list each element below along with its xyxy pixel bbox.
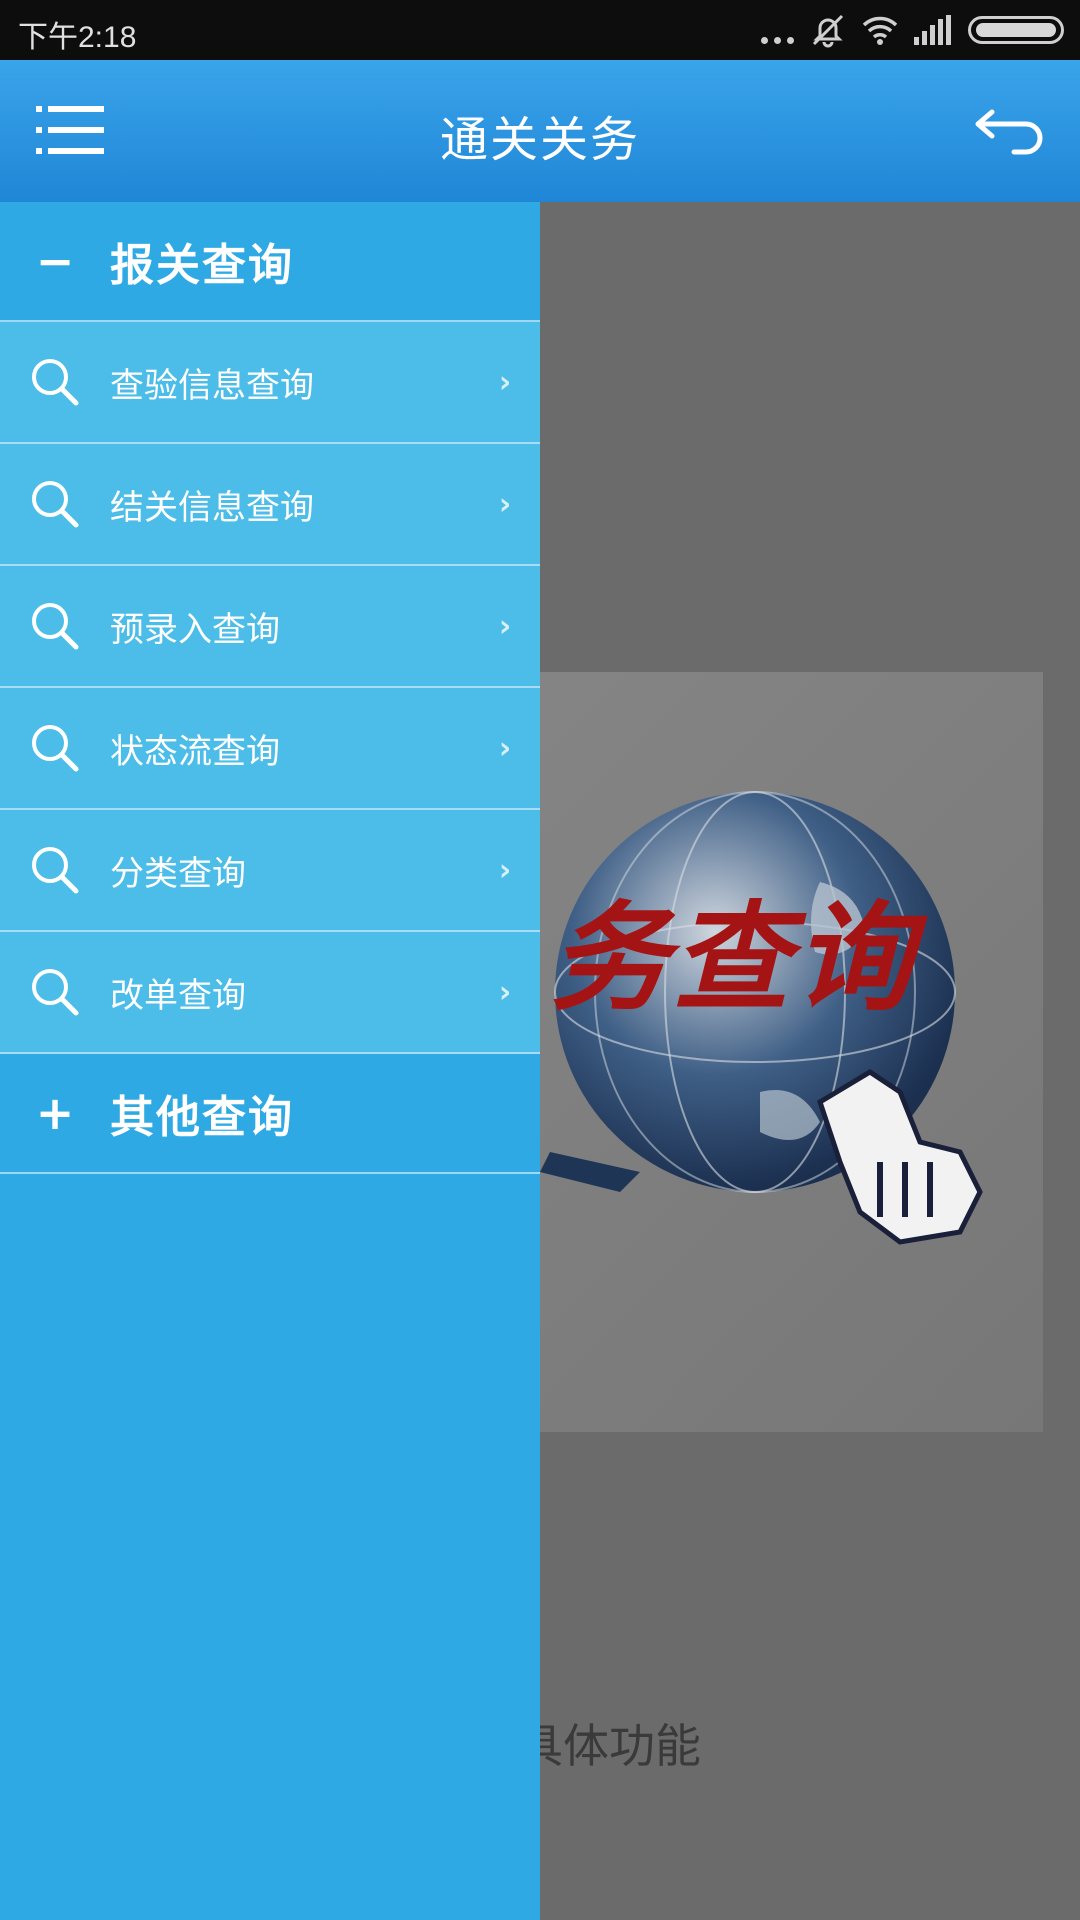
- item-label: 改单查询: [110, 975, 246, 1016]
- item-label: 分类查询: [110, 853, 246, 894]
- battery-icon: [968, 16, 1064, 44]
- search-icon: [0, 357, 110, 407]
- group-header-customs-query[interactable]: − 报关查询: [0, 202, 540, 322]
- item-label: 预录入查询: [110, 609, 280, 650]
- list-item-status-flow[interactable]: 状态流查询 ›: [0, 688, 540, 810]
- status-time: 下午2:18: [18, 21, 137, 54]
- navigation-drawer: − 报关查询 查验信息查询 › 结关信息查询 › 预录入查询 › 状态流查询 ›: [0, 202, 540, 1920]
- chevron-right-icon: ›: [498, 852, 512, 888]
- chevron-right-icon: ›: [498, 486, 512, 522]
- search-icon: [0, 967, 110, 1017]
- silent-icon: [812, 14, 844, 48]
- group-label: 报关查询: [110, 240, 294, 291]
- search-icon: [0, 845, 110, 895]
- wifi-icon: [862, 16, 898, 45]
- app-bar: 通关关务: [0, 60, 1080, 202]
- chevron-right-icon: ›: [498, 364, 512, 400]
- group-header-other-query[interactable]: + 其他查询: [0, 1054, 540, 1174]
- item-label: 状态流查询: [110, 731, 280, 772]
- status-bar: 下午2:18: [0, 0, 1080, 60]
- item-label: 查验信息查询: [110, 365, 314, 406]
- page-title: 通关关务: [439, 112, 640, 168]
- chevron-right-icon: ›: [498, 730, 512, 766]
- search-icon: [0, 723, 110, 773]
- list-item-amendment[interactable]: 改单查询 ›: [0, 932, 540, 1054]
- group-label: 其他查询: [110, 1092, 294, 1143]
- list-item-pre-entry[interactable]: 预录入查询 ›: [0, 566, 540, 688]
- list-item-clearance-info[interactable]: 结关信息查询 ›: [0, 444, 540, 566]
- back-arrow-icon[interactable]: [974, 106, 1044, 156]
- chevron-right-icon: ›: [498, 608, 512, 644]
- list-item-inspection-info[interactable]: 查验信息查询 ›: [0, 322, 540, 444]
- expand-icon: +: [35, 1086, 75, 1140]
- signal-icon: [914, 15, 951, 45]
- banner-text: 务查询: [550, 889, 917, 1027]
- search-icon: [0, 479, 110, 529]
- search-icon: [0, 601, 110, 651]
- chevron-right-icon: ›: [498, 974, 512, 1010]
- collapse-icon: −: [35, 234, 75, 288]
- status-icons: [761, 12, 1064, 48]
- more-dots-icon: [761, 12, 794, 48]
- list-item-classification[interactable]: 分类查询 ›: [0, 810, 540, 932]
- item-label: 结关信息查询: [110, 487, 314, 528]
